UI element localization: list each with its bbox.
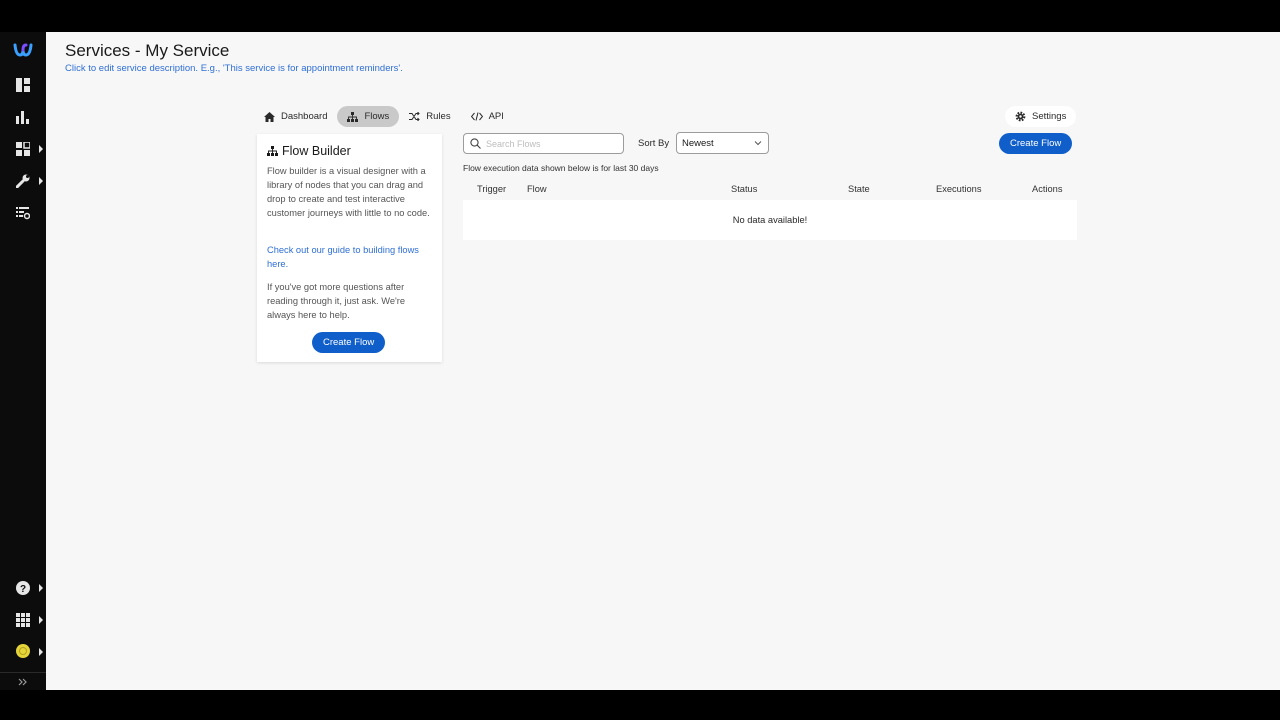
gear-icon bbox=[1015, 111, 1026, 122]
chevron-down-icon bbox=[754, 141, 762, 146]
column-header-state[interactable]: State bbox=[848, 184, 870, 194]
app-frame: ? Services - My Service Click to edit se… bbox=[0, 32, 1280, 690]
page-title: Services - My Service bbox=[65, 41, 230, 60]
help-text: If you've got more questions after readi… bbox=[267, 282, 406, 320]
settings-label: Settings bbox=[1032, 111, 1067, 122]
tab-rules[interactable]: Rules bbox=[399, 106, 460, 127]
column-header-actions: Actions bbox=[1032, 184, 1063, 194]
sidebar: ? bbox=[0, 32, 46, 690]
tab-label: Rules bbox=[426, 111, 451, 122]
main-content: Services - My Service Click to edit serv… bbox=[46, 32, 1280, 690]
card-description: Flow builder is a visual designer with a… bbox=[267, 166, 430, 218]
flows-table-body: No data available! bbox=[463, 200, 1077, 240]
apps-expand-caret[interactable] bbox=[39, 616, 43, 624]
search-box bbox=[463, 133, 624, 154]
card-title-text: Flow Builder bbox=[282, 144, 351, 158]
tab-api[interactable]: API bbox=[461, 106, 514, 127]
tab-dashboard[interactable]: Dashboard bbox=[254, 106, 337, 127]
settings-button[interactable]: Settings bbox=[1005, 106, 1077, 127]
avatar-icon[interactable] bbox=[13, 641, 33, 661]
help-icon[interactable]: ? bbox=[13, 578, 33, 598]
shuffle-icon bbox=[409, 112, 421, 121]
apps-grid-icon[interactable] bbox=[13, 610, 33, 630]
column-header-trigger[interactable]: Trigger bbox=[477, 184, 506, 194]
list-settings-icon[interactable] bbox=[13, 203, 33, 223]
home-icon bbox=[264, 111, 275, 122]
column-header-status[interactable]: Status bbox=[731, 184, 757, 194]
profile-expand-caret[interactable] bbox=[39, 648, 43, 656]
empty-state-message: No data available! bbox=[732, 215, 808, 225]
search-icon bbox=[470, 138, 481, 149]
card-create-flow-button[interactable]: Create Flow bbox=[312, 332, 386, 353]
sort-select[interactable]: Newest bbox=[676, 132, 769, 154]
webex-logo-icon[interactable] bbox=[13, 40, 33, 60]
guide-link[interactable]: Check out our guide to building flows he… bbox=[267, 243, 433, 271]
execution-data-note: Flow execution data shown below is for l… bbox=[463, 163, 659, 173]
tools-expand-caret[interactable] bbox=[39, 177, 43, 185]
tab-label: Flows bbox=[364, 111, 390, 122]
svg-text:?: ? bbox=[20, 584, 26, 595]
flow-builder-info-card: Flow Builder Flow builder is a visual de… bbox=[257, 134, 442, 362]
wrench-icon[interactable] bbox=[13, 171, 33, 191]
code-icon bbox=[470, 112, 483, 121]
widgets-icon[interactable] bbox=[13, 139, 33, 159]
widgets-expand-caret[interactable] bbox=[39, 145, 43, 153]
create-flow-button[interactable]: Create Flow bbox=[999, 133, 1073, 154]
sort-label: Sort By bbox=[638, 138, 670, 149]
column-header-flow[interactable]: Flow bbox=[527, 184, 547, 194]
card-title: Flow Builder bbox=[267, 144, 351, 158]
bar-chart-icon[interactable] bbox=[13, 107, 33, 127]
sort-value: Newest bbox=[682, 137, 714, 149]
dashboard-icon[interactable] bbox=[13, 75, 33, 95]
flows-table-header: Trigger Flow Status State Executions Act… bbox=[463, 184, 1077, 199]
flow-tree-icon bbox=[347, 111, 359, 122]
help-expand-caret[interactable] bbox=[39, 584, 43, 592]
tab-label: Dashboard bbox=[281, 111, 328, 122]
flow-tree-icon bbox=[267, 146, 278, 156]
column-header-executions[interactable]: Executions bbox=[936, 184, 981, 194]
search-input[interactable] bbox=[486, 138, 611, 149]
tab-flows[interactable]: Flows bbox=[337, 106, 400, 127]
double-chevron-right-icon[interactable] bbox=[0, 672, 46, 690]
tab-label: API bbox=[488, 111, 504, 122]
service-description-link[interactable]: Click to edit service description. E.g.,… bbox=[65, 63, 403, 74]
tab-bar: Dashboard Flows Rules API bbox=[254, 106, 514, 127]
